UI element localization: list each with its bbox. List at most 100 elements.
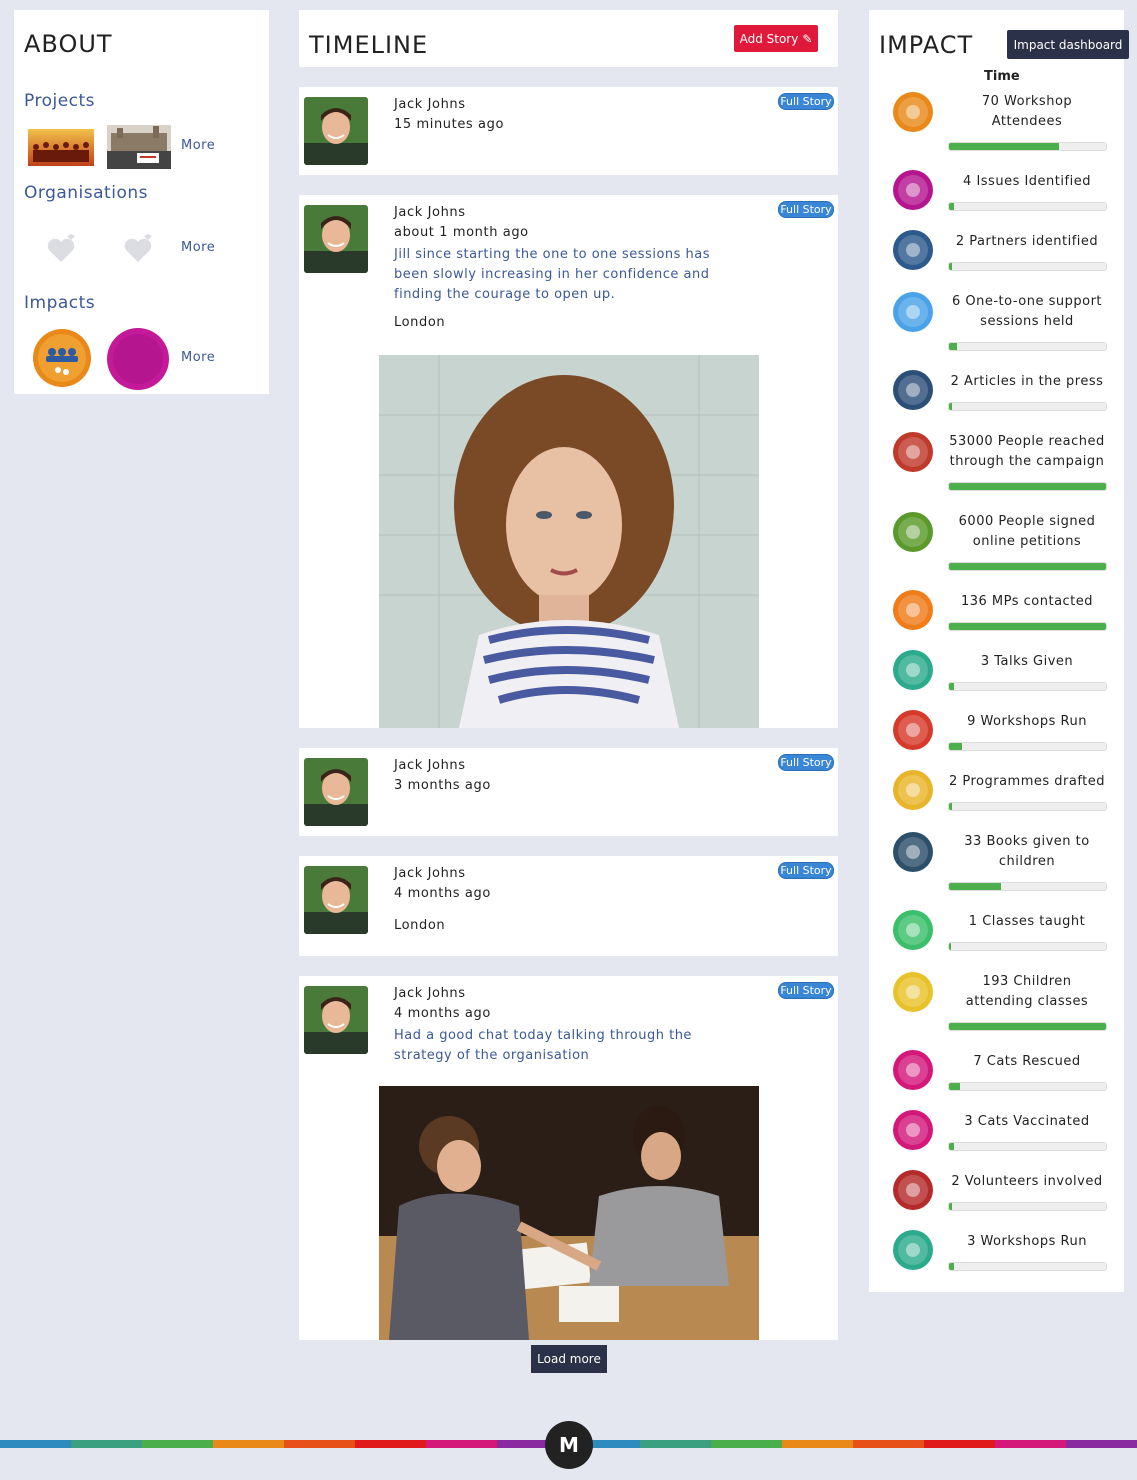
full-story-button[interactable]: Full Story [778,982,834,999]
impact-progress-fill [949,1143,954,1150]
impact-progress-fill [949,943,951,950]
impact-item[interactable]: 6000 People signed online petitions [869,510,1124,571]
impact-badge-workshop-icon[interactable] [32,328,92,388]
impact-item[interactable]: 2 Articles in the press [869,370,1124,430]
impact-progress-bar [948,622,1107,631]
impact-item[interactable]: 33 Books given to children [869,830,1124,891]
avatar[interactable] [304,758,368,826]
impact-item-label: 53000 People reached through the campaig… [949,434,1105,469]
impact-item[interactable]: 193 Children attending classes [869,970,1124,1031]
books-icon [893,832,933,872]
impact-item[interactable]: 3 Cats Vaccinated [869,1110,1124,1170]
story-photo[interactable] [379,1086,759,1340]
impact-progress-fill [949,1083,960,1090]
impact-item[interactable]: 70 Workshop Attendees [869,90,1124,151]
story-author[interactable]: Jack Johns [394,758,466,773]
organisations-label[interactable]: Organisations [24,183,148,203]
talks-icon [893,650,933,690]
story-time: 3 months ago [394,778,491,793]
story-author[interactable]: Jack Johns [394,866,466,881]
impact-item[interactable]: 136 MPs contacted [869,590,1124,650]
impact-progress-bar [948,402,1107,411]
story-card: Jack Johns 4 months ago Full Story Had a… [299,976,838,1340]
avatar[interactable] [304,205,368,273]
project-thumb-protest[interactable] [107,125,171,169]
impacts-more-link[interactable]: More [181,350,215,365]
avatar[interactable] [304,866,368,934]
impact-item[interactable]: 2 Volunteers involved [869,1170,1124,1230]
full-story-button[interactable]: Full Story [778,754,834,771]
organisation-heart-icon[interactable] [41,230,81,270]
impact-progress-bar [948,142,1107,151]
add-story-button[interactable]: Add Story ✎ [734,25,818,52]
footer-stripe-segment [213,1440,285,1448]
impact-panel: IMPACT Impact dashboard Time 70 Workshop… [869,10,1129,1292]
impact-item[interactable]: 3 Talks Given [869,650,1124,710]
impact-item-label: 7 Cats Rescued [973,1054,1081,1069]
footer-stripe-segment [426,1440,498,1448]
story-text: Jill since starting the one to one sessi… [394,247,711,302]
workshop-attendees-icon [893,92,933,132]
workshops-icon [893,710,933,750]
impact-item-label: 2 Articles in the press [950,374,1104,389]
impact-item[interactable]: 3 Workshops Run [869,1230,1124,1290]
impact-item[interactable]: 2 Programmes drafted [869,770,1124,830]
story-author[interactable]: Jack Johns [394,205,466,220]
story-time: 4 months ago [394,1006,491,1021]
footer-stripe-segment [1065,1440,1137,1448]
impact-progress-bar [948,942,1107,951]
story-photo[interactable] [379,355,759,728]
impact-progress-fill [949,263,953,270]
projects-label[interactable]: Projects [24,91,95,111]
impact-item[interactable]: 6 One-to-one support sessions held [869,290,1124,351]
load-more-button[interactable]: Load more [531,1345,607,1373]
story-author[interactable]: Jack Johns [394,986,466,1001]
impact-progress-fill [949,683,954,690]
impact-dashboard-button[interactable]: Impact dashboard [1007,30,1129,59]
cat-vaccinated-icon [893,1110,933,1150]
impact-item-label: 6 One-to-one support sessions held [951,294,1103,329]
footer-stripe-segment [710,1440,782,1448]
impact-title: IMPACT [879,31,974,59]
impact-badge-issues-icon[interactable] [106,327,170,391]
story-author[interactable]: Jack Johns [394,97,466,112]
footer-stripe-segment [639,1440,711,1448]
impact-item[interactable]: 2 Partners identified [869,230,1124,290]
full-story-button[interactable]: Full Story [778,201,834,218]
projects-more-link[interactable]: More [181,138,215,153]
partners-icon [893,230,933,270]
impact-item[interactable]: 7 Cats Rescued [869,1050,1124,1110]
project-thumb-crowd[interactable] [28,129,94,166]
impact-progress-fill [949,743,962,750]
impact-progress-bar [948,682,1107,691]
organisations-more-link[interactable]: More [181,240,215,255]
impact-progress-fill [949,203,954,210]
impact-item[interactable]: 1 Classes taught [869,910,1124,970]
about-title: ABOUT [24,30,113,58]
impact-item[interactable]: 4 Issues Identified [869,170,1124,230]
impact-progress-bar [948,202,1107,211]
avatar[interactable] [304,986,368,1054]
full-story-button[interactable]: Full Story [778,93,834,110]
impact-item[interactable]: 9 Workshops Run [869,710,1124,770]
footer-stripe-segment [284,1440,356,1448]
impacts-label[interactable]: Impacts [24,293,95,313]
impact-progress-bar [948,1022,1107,1031]
impact-progress-bar [948,342,1107,351]
impact-progress-fill [949,623,1106,630]
impact-item[interactable]: 53000 People reached through the campaig… [869,430,1124,491]
mps-icon [893,590,933,630]
impact-progress-bar [948,482,1107,491]
story-time: about 1 month ago [394,225,529,240]
impact-item-label: 3 Talks Given [980,654,1074,669]
organisation-heart-icon[interactable] [118,230,158,270]
impact-item-label: 2 Partners identified [955,234,1099,249]
avatar[interactable] [304,97,368,165]
story-card: Jack Johns 4 months ago Full Story Londo… [299,856,838,956]
impact-time-label: Time [984,69,1020,84]
footer-stripe-segment [355,1440,427,1448]
footer-logo[interactable]: M [545,1421,593,1469]
impact-progress-bar [948,1262,1107,1271]
full-story-button[interactable]: Full Story [778,862,834,879]
footer-stripe-segment [0,1440,72,1448]
